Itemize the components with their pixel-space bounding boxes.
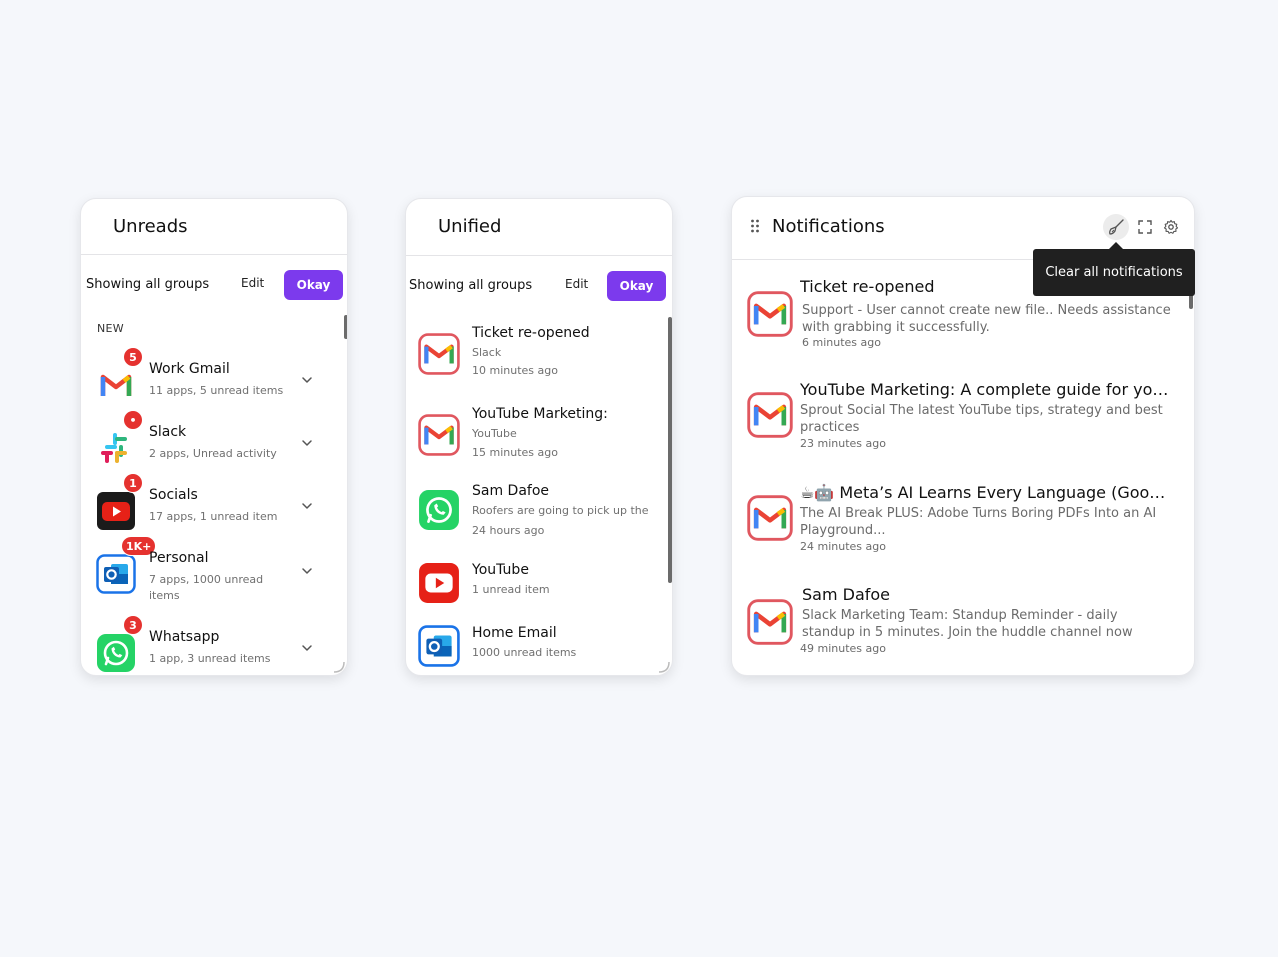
chevron-down-icon[interactable]	[300, 564, 314, 578]
youtube-icon	[96, 491, 136, 531]
showing-groups-label: Showing all groups	[409, 278, 533, 293]
okay-button[interactable]: Okay	[607, 271, 666, 301]
slack-icon	[96, 428, 136, 468]
item-title: Home Email	[472, 625, 557, 641]
group-summary: 2 apps, Unread activity	[149, 447, 277, 460]
group-row-work-gmail[interactable]: 5 Work Gmail 11 apps, 5 unread items	[81, 347, 343, 415]
group-summary: 7 apps, 1000 unread items	[149, 573, 264, 602]
chevron-down-icon[interactable]	[300, 641, 314, 655]
gear-icon	[1163, 219, 1179, 234]
scrollbar[interactable]	[668, 317, 672, 583]
youtube-icon	[418, 562, 460, 604]
notification-body: Support - User cannot create new file.. …	[802, 303, 1171, 335]
unread-badge: 5	[123, 347, 143, 367]
gmail-icon	[418, 414, 460, 456]
unread-badge: 3	[123, 615, 143, 635]
list-item-sam-dafoe[interactable]: Sam Dafoe Roofers are going to pick up t…	[406, 479, 668, 545]
group-row-slack[interactable]: • Slack 2 apps, Unread activity	[81, 410, 343, 478]
group-name: Whatsapp	[149, 629, 220, 645]
notification-item-youtube-marketing[interactable]: YouTube Marketing: A complete guide for …	[732, 380, 1188, 472]
group-name: Personal	[149, 550, 209, 566]
group-row-personal[interactable]: 1K+ Personal 7 apps, 1000 unread items	[81, 536, 343, 604]
list-item-home-email[interactable]: Home Email 1000 unread items	[406, 621, 668, 676]
gmail-icon	[747, 291, 793, 337]
whatsapp-icon	[96, 633, 136, 673]
gmail-icon	[747, 392, 793, 438]
item-subtitle: 1000 unread items	[472, 646, 577, 659]
item-subtitle: Roofers are going to pick up the	[472, 504, 649, 517]
notification-title: YouTube Marketing: A complete guide for …	[800, 380, 1172, 399]
chevron-down-icon[interactable]	[300, 436, 314, 450]
whatsapp-icon	[418, 489, 460, 531]
unread-badge: •	[123, 410, 143, 430]
item-time: 15 minutes ago	[472, 446, 558, 459]
unified-title: Unified	[438, 216, 502, 237]
notification-body: The AI Break PLUS: Adobe Turns Boring PD…	[800, 506, 1157, 538]
group-summary: 17 apps, 1 unread item	[149, 510, 278, 523]
notification-time: 24 minutes ago	[800, 540, 886, 553]
item-title: YouTube Marketing:	[472, 406, 608, 422]
unreads-panel: Unreads Showing all groups Edit Okay NEW…	[80, 198, 348, 676]
list-item-youtube-marketing[interactable]: YouTube Marketing: YouTube 15 minutes ag…	[406, 402, 668, 468]
notification-time: 49 minutes ago	[800, 642, 886, 655]
unread-badge: 1	[123, 473, 143, 493]
group-name: Socials	[149, 487, 198, 503]
header-divider	[81, 254, 347, 255]
notification-body: Sprout Social The latest YouTube tips, s…	[800, 403, 1163, 435]
list-item-youtube[interactable]: YouTube 1 unread item	[406, 558, 668, 624]
expand-icon	[1138, 220, 1152, 234]
notification-item-sam-dafoe[interactable]: Sam Dafoe Slack Marketing Team: Standup …	[732, 585, 1188, 675]
resize-handle-icon[interactable]	[331, 659, 345, 673]
group-summary: 1 app, 3 unread items	[149, 652, 271, 665]
gmail-icon	[96, 365, 136, 405]
clear-all-tooltip: Clear all notifications	[1033, 242, 1195, 296]
showing-groups-label: Showing all groups	[86, 277, 210, 292]
unreads-title: Unreads	[113, 216, 188, 237]
item-subtitle: Slack	[472, 346, 502, 359]
chevron-down-icon[interactable]	[300, 373, 314, 387]
clear-all-button[interactable]	[1103, 214, 1129, 240]
item-subtitle: YouTube	[472, 427, 517, 440]
item-time: 10 minutes ago	[472, 364, 558, 377]
unified-panel: Unified Showing all groups Edit Okay Tic…	[405, 198, 673, 676]
header-divider	[406, 255, 672, 256]
group-row-socials[interactable]: 1 Socials 17 apps, 1 unread item	[81, 473, 343, 541]
notification-body: Slack Marketing Team: Standup Reminder -…	[802, 608, 1133, 640]
notification-title: ☕🤖 Meta’s AI Learns Every Language (Good…	[800, 483, 1172, 502]
outlook-icon	[418, 625, 460, 667]
notification-item-meta-ai[interactable]: ☕🤖 Meta’s AI Learns Every Language (Good…	[732, 483, 1188, 575]
outlook-icon	[96, 554, 136, 594]
item-subtitle: 1 unread item	[472, 583, 550, 596]
gmail-icon	[747, 599, 793, 645]
gmail-icon	[418, 333, 460, 375]
edit-button[interactable]: Edit	[241, 276, 264, 290]
notification-time: 6 minutes ago	[802, 336, 881, 349]
edit-button[interactable]: Edit	[565, 277, 588, 291]
item-time: 24 hours ago	[472, 524, 545, 537]
okay-button[interactable]: Okay	[284, 270, 343, 300]
section-label-new: NEW	[97, 322, 124, 335]
notification-time: 23 minutes ago	[800, 437, 886, 450]
expand-button[interactable]	[1132, 214, 1158, 240]
group-name: Slack	[149, 424, 187, 440]
gmail-icon	[747, 495, 793, 541]
group-name: Work Gmail	[149, 361, 230, 377]
scrollbar[interactable]	[344, 315, 347, 339]
group-summary: 11 apps, 5 unread items	[149, 384, 284, 397]
chevron-down-icon[interactable]	[300, 499, 314, 513]
list-item-ticket[interactable]: Ticket re-opened Slack 10 minutes ago	[406, 321, 668, 387]
drag-handle-icon[interactable]	[750, 219, 760, 233]
group-row-whatsapp[interactable]: 3 Whatsapp 1 app, 3 unread items	[81, 615, 343, 676]
resize-handle-icon[interactable]	[656, 659, 670, 673]
item-title: Ticket re-opened	[472, 325, 590, 341]
item-title: Sam Dafoe	[472, 483, 550, 499]
item-title: YouTube	[472, 562, 529, 578]
settings-button[interactable]	[1158, 214, 1184, 240]
notifications-title: Notifications	[772, 216, 885, 237]
broom-icon	[1109, 219, 1124, 235]
notification-title: Sam Dafoe	[802, 585, 891, 604]
